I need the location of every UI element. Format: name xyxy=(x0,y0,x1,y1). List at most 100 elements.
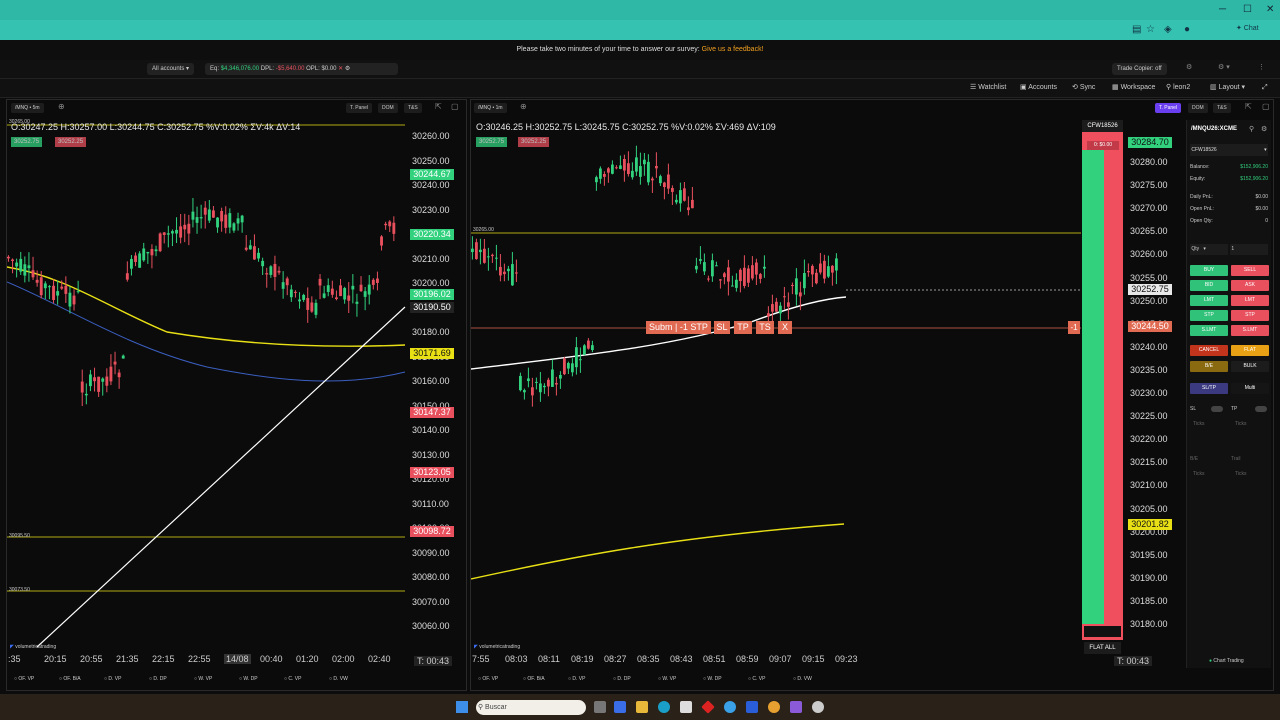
cancel-button[interactable]: CANCEL xyxy=(1190,345,1228,356)
buy-s.lmt-button[interactable]: S.LMT xyxy=(1190,325,1228,336)
breakeven-button[interactable]: B/E xyxy=(1190,361,1228,372)
left-chart-canvas[interactable]: 30265.0030095.5030073.50 xyxy=(7,117,465,662)
add-tab-icon[interactable]: ⊕ xyxy=(58,102,65,111)
chrome-icon[interactable] xyxy=(768,701,780,713)
store-icon[interactable] xyxy=(680,701,692,713)
window-icon[interactable]: ▢ xyxy=(1262,102,1270,111)
gear-icon[interactable]: ⚙ ▾ xyxy=(1218,63,1230,71)
trade-copier-toggle[interactable]: Trade Copier: off xyxy=(1112,63,1167,75)
right-ts-button[interactable]: T&S xyxy=(1213,103,1231,113)
tp-button[interactable]: TP xyxy=(734,321,752,334)
order-symbol[interactable]: /MNQU26:XCME xyxy=(1191,126,1237,132)
indicator-toggle[interactable]: ○ D. VP xyxy=(104,676,121,682)
reader-icon[interactable]: ▤ xyxy=(1132,24,1141,35)
order-line-bar[interactable]: Subm | -1 STP xyxy=(646,321,711,334)
right-dom-button[interactable]: DOM xyxy=(1188,103,1208,113)
left-sell-price[interactable]: 30252.25 xyxy=(55,137,87,147)
order-qty-right[interactable]: -1 xyxy=(1068,321,1080,334)
add-tab-icon[interactable]: ⊕ xyxy=(520,102,527,111)
workspace-button[interactable]: ▦ Workspace xyxy=(1112,79,1155,97)
chat-icon[interactable]: ✦ Chat xyxy=(1236,24,1259,32)
qty-input[interactable]: 1 xyxy=(1230,244,1268,255)
profile-icon[interactable]: ● xyxy=(1184,24,1190,35)
sltp-tab[interactable]: SL/TP xyxy=(1190,383,1228,394)
app-icon[interactable] xyxy=(790,701,802,713)
flat-button[interactable]: FLAT xyxy=(1231,345,1269,356)
mail-icon[interactable] xyxy=(746,701,758,713)
indicator-toggle[interactable]: ○ C. VP xyxy=(284,676,301,682)
flat-all-button[interactable]: FLAT ALL xyxy=(1084,642,1121,654)
indicator-toggle[interactable]: ○ D. VW xyxy=(793,676,812,682)
left-buy-price[interactable]: 30252.75 xyxy=(11,137,43,147)
layout-button[interactable]: ▥ Layout ▾ xyxy=(1210,79,1245,97)
multi-tab[interactable]: Multi xyxy=(1231,383,1269,394)
tp-toggle[interactable] xyxy=(1255,406,1267,412)
indicator-toggle[interactable]: ○ C. VP xyxy=(748,676,765,682)
right-time-axis[interactable]: 7:55 08:03 08:11 08:19 08:27 08:35 08:43 08:51 0… xyxy=(470,654,870,666)
sell-stp-button[interactable]: STP xyxy=(1231,310,1269,321)
gear-icon[interactable]: ⚙ xyxy=(1261,125,1267,133)
account-select[interactable]: CFW18526 ▾ xyxy=(1190,144,1268,156)
indicator-toggle[interactable]: ○ OF. VP xyxy=(478,676,498,682)
right-sell-price[interactable]: 30252.25 xyxy=(518,137,550,147)
indicator-toggle[interactable]: ○ OF. B/A xyxy=(59,676,81,682)
indicator-toggle[interactable]: ○ W. VP xyxy=(194,676,212,682)
search-icon[interactable]: ⚲ xyxy=(1249,125,1254,133)
help-icon[interactable] xyxy=(724,701,736,713)
sell-lmt-button[interactable]: LMT xyxy=(1231,295,1269,306)
submit-button[interactable]: Subm xyxy=(649,322,673,332)
popout-icon[interactable]: ⇱ xyxy=(435,102,442,111)
taskbar-search[interactable]: ⚲ Buscar xyxy=(476,700,586,715)
indicator-toggle[interactable]: ○ W. VP xyxy=(658,676,676,682)
buy-buy-button[interactable]: BUY xyxy=(1190,265,1228,276)
cancel-order-button[interactable]: X xyxy=(778,321,792,334)
watchlist-button[interactable]: ☰ Watchlist xyxy=(970,79,1006,97)
sell-ask-button[interactable]: ASK xyxy=(1231,280,1269,291)
left-time-axis[interactable]: :35 20:15 20:55 21:35 22:15 22:55 14/08 00:40 01… xyxy=(6,654,406,666)
order-qty[interactable]: -1 STP xyxy=(680,322,708,332)
right-price-axis[interactable]: 30280.00 30275.00 30270.00 30265.00 30260.00… xyxy=(1126,117,1184,662)
ts-button[interactable]: TS xyxy=(756,321,774,334)
indicator-toggle[interactable]: ○ D. DP xyxy=(613,676,631,682)
right-chart-canvas[interactable]: 30265.00 xyxy=(471,117,1185,662)
expand-icon[interactable]: ⤢ xyxy=(1262,79,1268,97)
app-icon[interactable] xyxy=(812,701,824,713)
user-button[interactable]: ⚲ leon2 xyxy=(1166,79,1190,97)
left-symbol-tab[interactable]: /MNQ • 5m xyxy=(11,103,44,113)
bulk-button[interactable]: BULK xyxy=(1231,361,1269,372)
indicator-toggle[interactable]: ○ W. DP xyxy=(239,676,258,682)
extension-icon[interactable]: ◈ xyxy=(1164,24,1172,35)
gear-icon[interactable]: ⚙ xyxy=(345,66,350,72)
indicator-toggle[interactable]: ○ OF. B/A xyxy=(523,676,545,682)
app-icon[interactable] xyxy=(614,701,626,713)
accounts-button[interactable]: ▣ Accounts xyxy=(1020,79,1057,97)
sell-s.lmt-button[interactable]: S.LMT xyxy=(1231,325,1269,336)
qty-select[interactable]: Qty ▾ xyxy=(1190,244,1228,255)
right-tpanel-button[interactable]: T. Panel xyxy=(1155,103,1182,113)
folder-icon[interactable] xyxy=(636,701,648,713)
left-price-axis[interactable]: 30260.0030250.0030240.0030230.0030220.00… xyxy=(408,117,464,662)
popout-icon[interactable]: ⇱ xyxy=(1245,102,1252,111)
accounts-select[interactable]: All accounts ▾ xyxy=(147,63,195,75)
left-dom-button[interactable]: DOM xyxy=(378,103,398,113)
left-ts-button[interactable]: T&S xyxy=(404,103,422,113)
right-buy-price[interactable]: 30252.75 xyxy=(476,137,508,147)
sync-button[interactable]: ⟲ Sync xyxy=(1072,79,1095,97)
more-icon[interactable]: ⋮ xyxy=(1258,63,1265,71)
taskview-icon[interactable] xyxy=(594,701,606,713)
settings-icon[interactable]: ⚙ xyxy=(1186,63,1192,71)
start-icon[interactable] xyxy=(456,701,468,713)
feedback-link[interactable]: Give us a feedback! xyxy=(702,46,764,53)
close-icon[interactable]: ✕ xyxy=(338,66,343,72)
buy-stp-button[interactable]: STP xyxy=(1190,310,1228,321)
maximize-icon[interactable]: ☐ xyxy=(1243,4,1252,15)
indicator-toggle[interactable]: ○ W. DP xyxy=(703,676,722,682)
buy-lmt-button[interactable]: LMT xyxy=(1190,295,1228,306)
star-icon[interactable]: ☆ xyxy=(1146,24,1155,35)
left-tpanel-button[interactable]: T. Panel xyxy=(346,103,373,113)
close-icon[interactable]: ✕ xyxy=(1266,4,1274,15)
buy-bid-button[interactable]: BID xyxy=(1190,280,1228,291)
indicator-toggle[interactable]: ○ D. VP xyxy=(568,676,585,682)
window-icon[interactable]: ▢ xyxy=(451,102,459,111)
sell-sell-button[interactable]: SELL xyxy=(1231,265,1269,276)
